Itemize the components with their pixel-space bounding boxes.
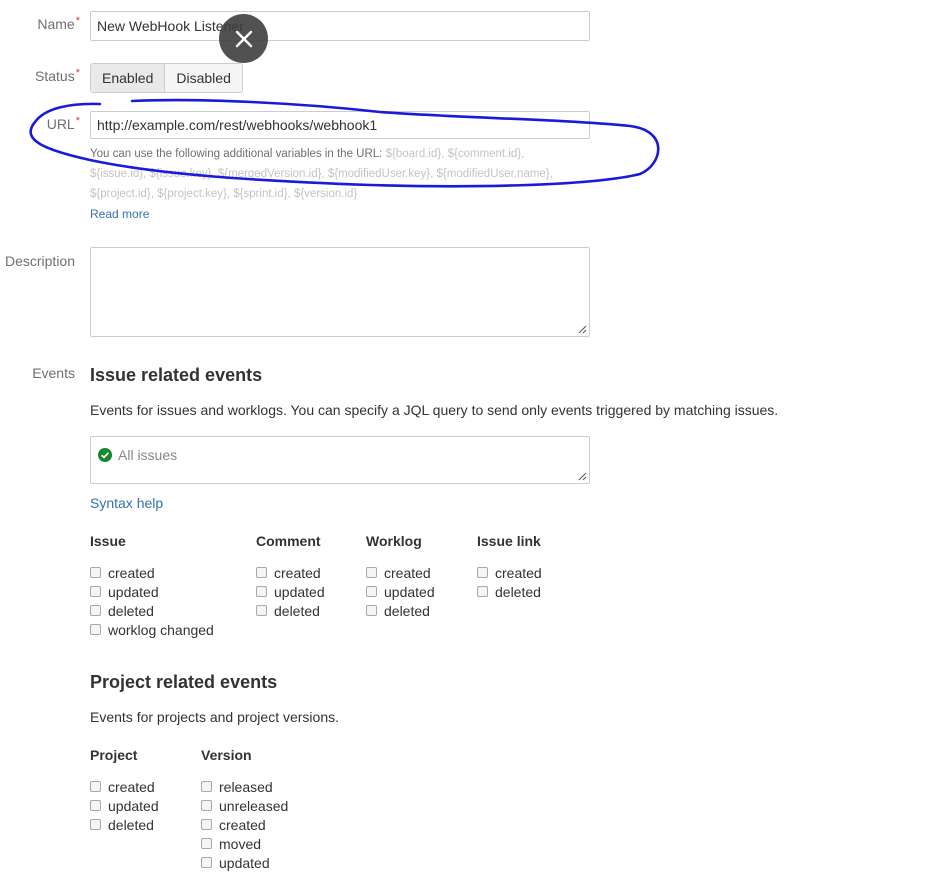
checkbox[interactable] <box>201 781 212 792</box>
column-title: Comment <box>256 533 321 549</box>
project-events-heading: Project related events <box>90 672 278 692</box>
checkbox-label: updated <box>108 583 159 600</box>
issue-events-description: Events for issues and worklogs. You can … <box>90 402 779 418</box>
description-label: Description <box>4 253 75 269</box>
checkbox[interactable] <box>477 586 488 597</box>
checkbox-label: worklog changed <box>108 621 214 638</box>
column-title: Issue link <box>477 533 541 549</box>
jql-status: All issues <box>98 447 177 463</box>
worklog-column: Worklog created updated deleted <box>366 533 435 620</box>
comment-column: Comment created updated deleted <box>256 533 325 620</box>
checkbox-label: created <box>384 564 431 581</box>
checkbox[interactable] <box>366 567 377 578</box>
checkbox[interactable] <box>90 819 101 830</box>
checkbox[interactable] <box>90 624 101 635</box>
checkbox[interactable] <box>90 605 101 616</box>
checkbox-label: updated <box>108 797 159 814</box>
syntax-help-link[interactable]: Syntax help <box>90 495 163 511</box>
checkbox-label: deleted <box>108 602 154 619</box>
checkbox-label: created <box>495 564 542 581</box>
project-column: Project created updated deleted <box>90 747 159 834</box>
checkbox-label: created <box>219 816 266 833</box>
checkbox-label: deleted <box>495 583 541 600</box>
checkbox[interactable] <box>201 838 212 849</box>
issue-events-heading: Issue related events <box>90 365 263 385</box>
checkbox-label: created <box>108 778 155 795</box>
checkbox[interactable] <box>201 800 212 811</box>
column-title: Issue <box>90 533 126 549</box>
checkbox-label: unreleased <box>219 797 289 814</box>
checkbox[interactable] <box>366 605 377 616</box>
check-circle-icon <box>98 448 112 462</box>
checkbox-label: deleted <box>384 602 430 619</box>
checkbox[interactable] <box>90 800 101 811</box>
checkbox-label: deleted <box>274 602 320 619</box>
resize-grip-icon <box>578 472 587 481</box>
checkbox-label: released <box>219 778 273 795</box>
checkbox[interactable] <box>201 819 212 830</box>
jql-input[interactable]: All issues <box>90 436 590 484</box>
column-title: Version <box>201 747 252 763</box>
checkbox[interactable] <box>366 586 377 597</box>
column-title: Project <box>90 747 138 763</box>
checkbox[interactable] <box>256 605 267 616</box>
version-column: Version released unreleased created move… <box>201 747 288 872</box>
issue-column: Issue created updated deleted worklog ch… <box>90 533 214 639</box>
checkbox[interactable] <box>90 567 101 578</box>
checkbox-label: created <box>274 564 321 581</box>
jql-placeholder: All issues <box>118 447 178 463</box>
checkbox-label: deleted <box>108 816 154 833</box>
description-textarea[interactable] <box>90 247 590 337</box>
checkbox[interactable] <box>256 586 267 597</box>
checkbox-label: updated <box>219 854 270 871</box>
checkbox[interactable] <box>90 586 101 597</box>
issue-link-column: Issue link created deleted <box>477 533 542 601</box>
events-label: Events <box>32 365 75 381</box>
checkbox-label: updated <box>274 583 325 600</box>
checkbox-label: updated <box>384 583 435 600</box>
column-title: Worklog <box>366 533 422 549</box>
checkbox-label: created <box>108 564 155 581</box>
checkbox[interactable] <box>90 781 101 792</box>
checkbox[interactable] <box>201 857 212 868</box>
annotation-circle <box>29 98 660 188</box>
checkbox[interactable] <box>256 567 267 578</box>
project-events-description: Events for projects and project versions… <box>90 709 340 725</box>
checkbox-label: moved <box>219 835 262 852</box>
checkbox[interactable] <box>477 567 488 578</box>
resize-grip-icon <box>578 325 587 334</box>
